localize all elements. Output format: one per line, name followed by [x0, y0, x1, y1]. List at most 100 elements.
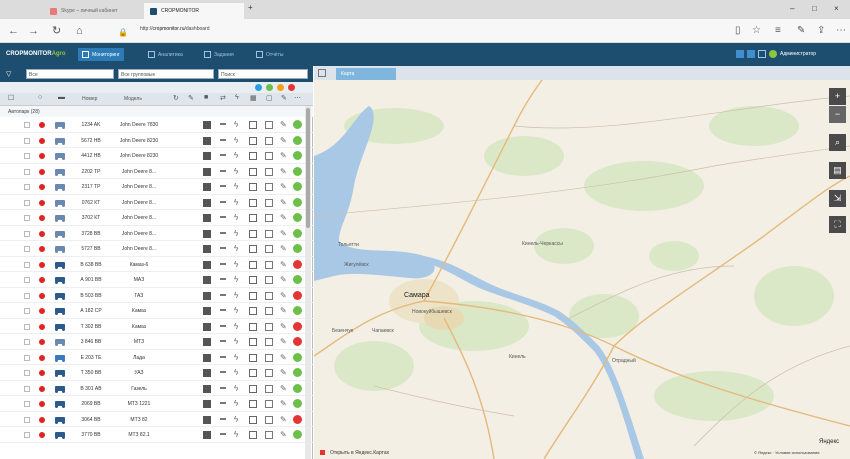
grid-view-icon[interactable] — [249, 291, 257, 300]
row-checkbox[interactable] — [24, 215, 30, 221]
save-icon[interactable] — [203, 245, 211, 253]
edit-icon[interactable]: ✎ — [280, 337, 287, 346]
signal-icon[interactable]: ϟ — [234, 337, 243, 346]
row-checkbox[interactable] — [24, 184, 30, 190]
grid-view-icon[interactable] — [249, 183, 257, 191]
maximize-icon[interactable]: □ — [812, 4, 817, 13]
row-checkbox[interactable] — [24, 292, 30, 299]
link-icon[interactable] — [220, 417, 226, 420]
row-checkbox[interactable] — [24, 199, 30, 206]
signal-icon[interactable]: ϟ — [234, 213, 243, 222]
frame-icon[interactable] — [265, 400, 273, 408]
row-checkbox[interactable] — [24, 370, 30, 376]
more-icon[interactable]: ⋯ — [836, 24, 846, 38]
map-fullscreen-icon[interactable]: ⛶ — [829, 216, 846, 233]
notes-icon[interactable]: ✎ — [797, 24, 805, 38]
grid-view-icon[interactable] — [249, 260, 257, 269]
frame-icon[interactable] — [265, 431, 273, 439]
row-checkbox[interactable] — [24, 308, 30, 314]
frame-icon[interactable] — [265, 121, 273, 129]
edit-icon[interactable]: ✎ — [280, 151, 287, 160]
grid-view-icon[interactable]: ▦ — [250, 94, 257, 102]
link-icon[interactable] — [220, 185, 226, 187]
frame-icon[interactable] — [265, 291, 273, 300]
grid-view-icon[interactable] — [249, 369, 257, 377]
table-row[interactable]: 5727 ВВ John Deere 8... ϟ ✎ — [0, 241, 313, 257]
online-status-icon[interactable] — [293, 228, 302, 238]
alert-status-icon[interactable] — [293, 414, 302, 424]
edit-icon[interactable]: ✎ — [280, 306, 287, 315]
table-row[interactable]: В 638 ВВ Камаз-6 ϟ ✎ — [0, 257, 313, 272]
save-icon[interactable] — [203, 415, 211, 424]
grid-view-icon[interactable] — [249, 276, 257, 284]
online-status-icon[interactable] — [293, 399, 302, 408]
table-row[interactable]: 2069 ВВ МТЗ 1221 ϟ ✎ — [0, 396, 313, 412]
signal-icon[interactable]: ϟ — [234, 384, 243, 393]
frame-icon[interactable] — [265, 415, 273, 424]
save-icon[interactable] — [203, 198, 211, 207]
row-checkbox[interactable] — [24, 230, 30, 237]
link-icon[interactable] — [220, 340, 226, 342]
search-input[interactable]: Поиск — [218, 69, 308, 79]
grid-view-icon[interactable] — [249, 214, 257, 222]
online-status-icon[interactable] — [293, 383, 302, 393]
online-status-icon[interactable] — [293, 182, 302, 191]
grid-view-icon[interactable] — [249, 198, 257, 207]
column-plate[interactable]: Номер — [82, 96, 97, 102]
signal-icon[interactable]: ϟ — [235, 94, 239, 101]
zoom-out-button[interactable]: − — [829, 106, 846, 123]
save-icon[interactable] — [203, 214, 211, 222]
save-icon[interactable] — [203, 183, 211, 191]
link-icon[interactable] — [220, 386, 226, 389]
row-checkbox[interactable] — [24, 137, 30, 144]
table-row[interactable]: Т 302 ВВ Камаз ϟ ✎ — [0, 319, 313, 334]
signal-icon[interactable]: ϟ — [234, 415, 243, 424]
grid-view-icon[interactable] — [249, 322, 257, 331]
edit-icon[interactable]: ✎ — [280, 198, 287, 207]
row-checkbox[interactable] — [24, 168, 30, 175]
signal-icon[interactable]: ϟ — [234, 229, 243, 238]
online-status-icon[interactable] — [293, 430, 302, 439]
row-checkbox[interactable] — [24, 354, 30, 361]
online-status-icon[interactable] — [293, 244, 302, 253]
link-icon[interactable] — [220, 293, 226, 296]
table-row[interactable]: А 182 СР Камаз ϟ ✎ — [0, 303, 313, 319]
row-checkbox[interactable] — [24, 432, 30, 438]
online-status-icon[interactable] — [293, 151, 302, 160]
browser-tab-active[interactable]: CROPMONITOR — [144, 3, 244, 19]
grid-view-icon[interactable] — [249, 400, 257, 408]
grid-view-icon[interactable] — [249, 384, 257, 393]
url-field[interactable]: http://cropmonitor.ru/dashboard — [140, 26, 210, 32]
table-row[interactable]: В 503 ВВ ГАЗ ϟ ✎ — [0, 288, 313, 303]
grid-view-icon[interactable] — [249, 415, 257, 424]
signal-icon[interactable]: ϟ — [234, 322, 243, 331]
frame-icon[interactable] — [265, 353, 273, 362]
status-dot-green[interactable] — [266, 84, 273, 91]
map-layers-icon[interactable] — [318, 69, 326, 77]
close-window-icon[interactable]: × — [834, 4, 839, 13]
table-row[interactable]: Т 350 ВВ УАЗ ϟ ✎ — [0, 365, 313, 381]
window-icon[interactable] — [747, 50, 755, 58]
grid-view-icon[interactable] — [249, 245, 257, 253]
frame-icon[interactable] — [265, 214, 273, 222]
group-row[interactable]: Автопарк (28) — [0, 106, 313, 117]
frame-icon[interactable] — [265, 369, 273, 377]
grid-view-icon[interactable] — [249, 167, 257, 176]
save-icon[interactable] — [203, 276, 211, 284]
row-checkbox[interactable] — [24, 153, 30, 159]
signal-icon[interactable]: ϟ — [234, 291, 243, 300]
row-checkbox[interactable] — [24, 246, 30, 252]
row-checkbox[interactable] — [24, 416, 30, 423]
grid-view-icon[interactable] — [249, 307, 257, 315]
frame-icon[interactable] — [265, 307, 273, 315]
frame-icon[interactable] — [265, 260, 273, 269]
type-col-icon[interactable]: ▬ — [58, 94, 65, 101]
table-row[interactable]: 3728 ВВ John Deere 8... ϟ ✎ — [0, 226, 313, 241]
save-icon[interactable] — [203, 400, 211, 408]
map-search-icon[interactable]: ⌕ — [829, 134, 846, 151]
row-checkbox[interactable] — [24, 401, 30, 407]
signal-icon[interactable]: ϟ — [234, 198, 243, 207]
favorites-icon[interactable]: ≡ — [775, 24, 781, 38]
frame-icon[interactable] — [265, 338, 273, 346]
row-checkbox[interactable] — [24, 277, 30, 283]
